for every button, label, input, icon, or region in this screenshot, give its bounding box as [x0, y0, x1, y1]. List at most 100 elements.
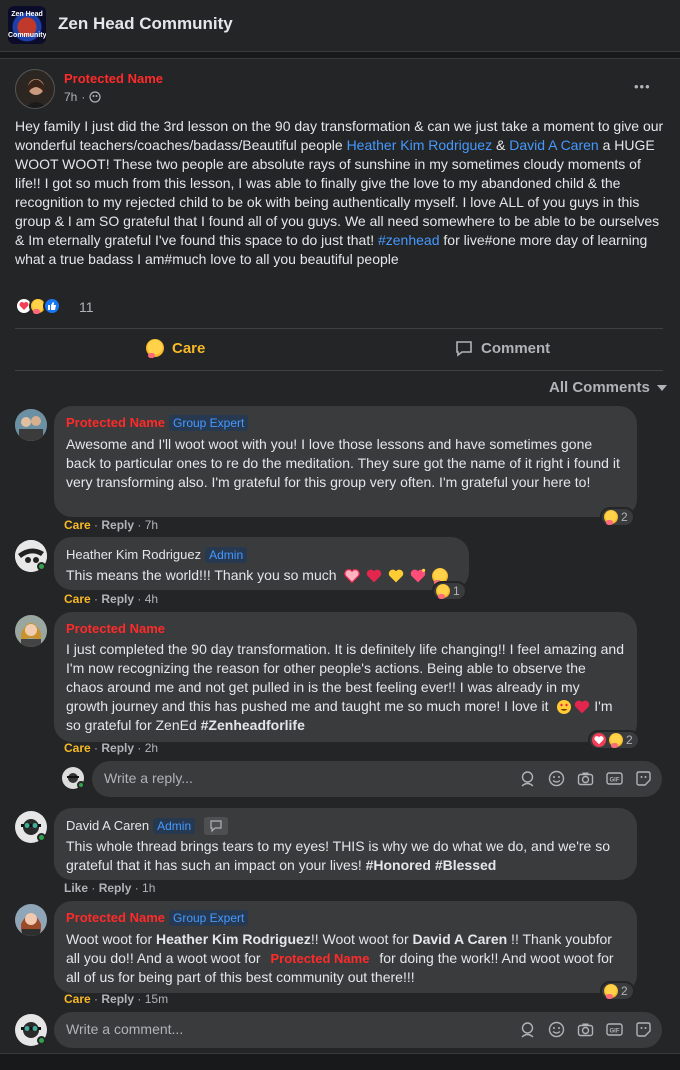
post-meta: 7h · — [64, 90, 101, 104]
care-link[interactable]: Care — [64, 741, 91, 755]
camera-icon[interactable] — [577, 770, 594, 787]
comment-avatar[interactable] — [15, 904, 47, 936]
comment-text-a: Woot woot for — [66, 931, 157, 947]
comment-input[interactable]: Write a comment... GIF — [54, 1012, 662, 1048]
hashtag-zenhead[interactable]: #zenhead — [378, 232, 440, 248]
comment-text: This means the world!!! Thank you so muc… — [66, 567, 337, 583]
comment-time[interactable]: 2h — [145, 741, 158, 755]
comment-reactions[interactable]: 2 — [588, 730, 640, 750]
comments-filter[interactable]: All Comments — [549, 379, 668, 396]
emoji-row — [344, 568, 449, 586]
reply-placeholder: Write a reply... — [104, 770, 193, 786]
comment-bubble: Protected Name Group Expert Woot woot for… — [54, 901, 637, 993]
sep: · — [134, 992, 145, 1006]
comment-bubble: David A Caren Admin This whole thread bri… — [54, 808, 637, 880]
sep: · — [131, 881, 143, 895]
post-card: Protected Name 7h · ••• Hey family I jus… — [0, 58, 680, 1054]
comment-reactions[interactable]: 2 — [600, 981, 635, 1001]
care-emoji-icon — [604, 984, 618, 999]
comment-time[interactable]: 1h — [142, 881, 155, 895]
sep: · — [90, 992, 102, 1006]
reply-input-icons: GIF — [519, 770, 652, 787]
sticker-icon[interactable] — [635, 770, 652, 787]
sticker-icon[interactable] — [635, 1021, 652, 1038]
comment-badge: Group Expert — [168, 415, 249, 431]
divider-bottom — [15, 370, 663, 371]
online-indicator — [37, 1036, 46, 1045]
comment-badge: Admin — [205, 547, 248, 563]
comment-reactions[interactable]: 1 — [432, 581, 467, 601]
avatar-sticker-icon[interactable] — [519, 770, 536, 787]
comment-author[interactable]: Protected Name — [66, 621, 165, 636]
post-reactions[interactable] — [15, 297, 75, 319]
emoji-icon[interactable] — [548, 1021, 565, 1038]
comment-avatar[interactable] — [15, 615, 47, 647]
care-link[interactable]: Care — [64, 592, 91, 606]
comment-button[interactable]: Comment — [455, 339, 550, 357]
comment-author[interactable]: Protected Name — [66, 910, 165, 925]
reply-link[interactable]: Reply — [101, 741, 134, 755]
heart-red-icon — [367, 569, 382, 583]
comment-author[interactable]: Heather Kim Rodriguez — [66, 547, 201, 562]
sep: · — [90, 592, 102, 606]
comment-text: This whole thread brings tears to my eye… — [66, 838, 610, 873]
post-author-avatar[interactable] — [15, 69, 55, 109]
emoji-icon[interactable] — [548, 770, 565, 787]
camera-icon[interactable] — [577, 1021, 594, 1038]
like-link[interactable]: Like — [64, 881, 88, 895]
group-logo[interactable]: Zen Head Community — [8, 6, 46, 44]
comment-bubble: Protected Name I just completed the 90 d… — [54, 612, 637, 742]
heart-red-icon — [575, 700, 590, 714]
moderator-icon — [204, 817, 229, 836]
comment-time[interactable]: 15m — [145, 992, 168, 1006]
comment-bubble: Protected Name Group Expert Awesome and I… — [54, 406, 637, 517]
care-button[interactable]: Care — [146, 339, 205, 358]
post-author-name[interactable]: Protected Name — [64, 71, 163, 86]
gif-icon[interactable]: GIF — [606, 770, 623, 787]
comment-time[interactable]: 4h — [145, 592, 158, 606]
mention-david[interactable]: David A Caren — [509, 137, 599, 153]
care-link[interactable]: Care — [64, 518, 91, 532]
group-name[interactable]: Zen Head Community — [58, 14, 233, 34]
sep: · — [134, 518, 145, 532]
group-header: Zen Head Community Zen Head Community — [0, 0, 680, 52]
care-emoji-icon — [604, 510, 618, 525]
comment-icon — [456, 341, 472, 357]
reaction-count: 2 — [621, 984, 628, 998]
comment-actions: Care · Reply · 15m — [64, 992, 168, 1006]
online-indicator — [37, 833, 46, 842]
comment-author[interactable]: David A Caren — [66, 818, 149, 833]
comment-actions: Care · Reply · 4h — [64, 592, 158, 606]
mention-protected[interactable]: Protected Name — [270, 951, 369, 966]
comment-actions: Like · Reply · 1h — [64, 881, 155, 895]
reply-link[interactable]: Reply — [99, 881, 132, 895]
comment-reactions[interactable]: 2 — [600, 507, 635, 527]
avatar-sticker-icon[interactable] — [519, 1021, 536, 1038]
comment-text: I just completed the 90 day transformati… — [66, 641, 624, 714]
reply-link[interactable]: Reply — [101, 992, 134, 1006]
reply-input[interactable]: Write a reply... GIF — [92, 761, 662, 797]
comment-text: Awesome and I'll woot woot with you! I l… — [66, 436, 620, 490]
care-link[interactable]: Care — [64, 992, 91, 1006]
comment-text-b: !! Woot woot for — [310, 931, 413, 947]
hashtag-zenheadforlife[interactable]: #Zenheadforlife — [201, 717, 305, 733]
gif-icon[interactable]: GIF — [606, 1021, 623, 1038]
comment-avatar[interactable] — [15, 409, 47, 441]
post-reaction-count[interactable]: 11 — [79, 299, 94, 315]
mention-heather[interactable]: Heather Kim Rodriguez — [347, 137, 493, 153]
reply-link[interactable]: Reply — [101, 518, 134, 532]
reaction-count: 1 — [453, 584, 460, 598]
comment-author[interactable]: Protected Name — [66, 415, 165, 430]
logo-text-bottom: Community — [8, 32, 46, 39]
post-more-button[interactable]: ••• — [634, 79, 651, 94]
comment-time[interactable]: 7h — [145, 518, 158, 532]
care-emoji-icon — [609, 733, 623, 748]
love-reaction-icon — [592, 733, 606, 747]
mention-heather[interactable]: Heather Kim Rodriguez — [156, 931, 311, 947]
hashtags-honored-blessed[interactable]: #Honored #Blessed — [366, 857, 497, 873]
mention-david[interactable]: David A Caren — [413, 931, 508, 947]
chevron-down-icon — [656, 384, 667, 391]
post-time[interactable]: 7h — [64, 90, 77, 104]
privacy-icon — [89, 91, 101, 103]
reply-link[interactable]: Reply — [101, 592, 134, 606]
